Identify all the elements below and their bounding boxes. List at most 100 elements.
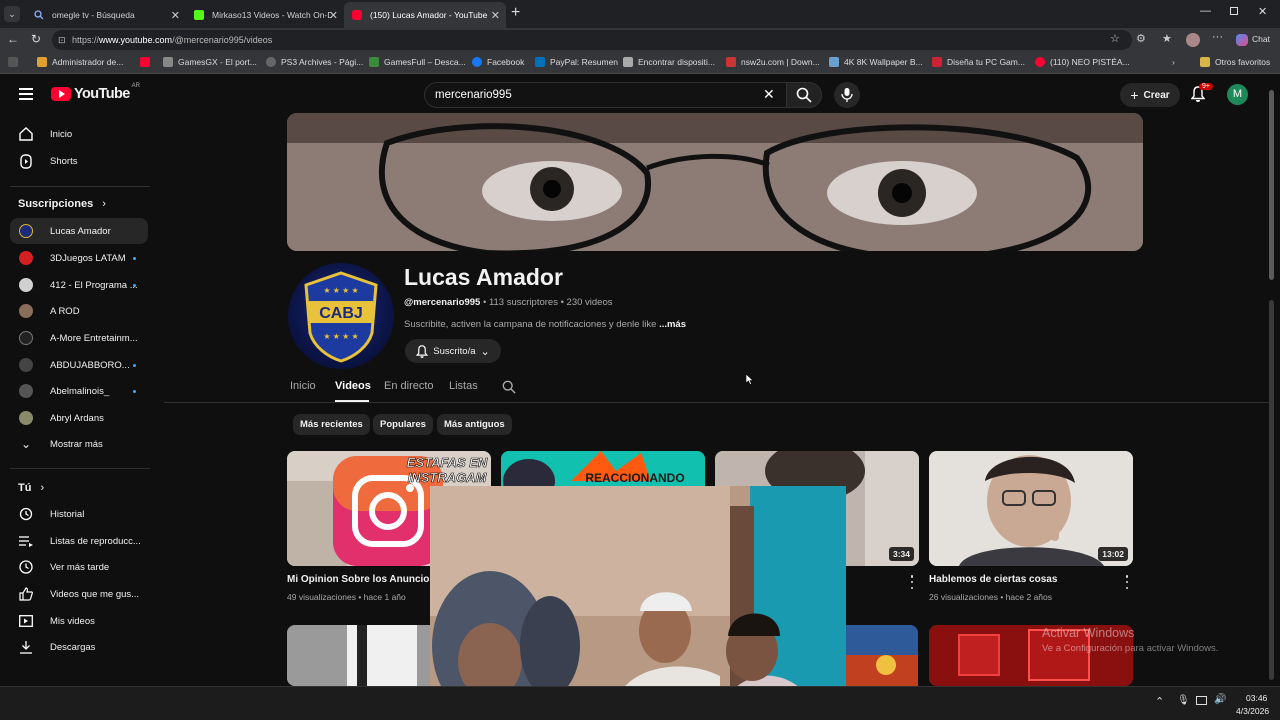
bookmark-item[interactable]: GamesGX - El port... [163, 57, 257, 67]
sidebar-item-liked-videos[interactable]: Videos que me gus... [10, 581, 148, 607]
page-scrollbar-lower[interactable] [1269, 300, 1274, 680]
video-more-options-icon[interactable] [1124, 575, 1130, 589]
browser-tab-active[interactable]: (150) Lucas Amador - YouTube ✕ [344, 2, 506, 28]
sidebar-item-subscription[interactable]: A-More Entretainm... [10, 325, 148, 351]
page-scrollbar[interactable] [1269, 90, 1274, 280]
subscriptions-heading[interactable]: Suscripciones › [18, 198, 106, 210]
video-more-options-icon[interactable] [909, 575, 915, 589]
bookmark-item[interactable]: PS3 Archives - Pági... [266, 57, 363, 67]
url-input[interactable]: ⊡ https://www.youtube.com/@mercenario995… [52, 30, 1132, 50]
tab-home[interactable]: Inicio [290, 380, 316, 392]
bookmark-item[interactable]: Diseña tu PC Gam... [932, 57, 1025, 67]
sidebar-item-shorts[interactable]: Shorts [10, 148, 148, 174]
video-title[interactable]: Hablemos de ciertas cosas [929, 574, 1057, 585]
chip-popular[interactable]: Populares [373, 414, 433, 435]
chevron-right-icon: › [40, 482, 45, 494]
channel-meta: @mercenario995 • 113 suscriptores • 230 … [404, 297, 613, 308]
favorites-icon[interactable]: ★ [1162, 32, 1172, 45]
browser-tab[interactable]: Mirkaso13 Videos - Watch On-De ✕ [186, 2, 344, 28]
clear-search-icon[interactable]: ✕ [763, 86, 775, 103]
sidebar-item-subscription[interactable]: 3DJuegos LATAM [10, 245, 148, 271]
sidebar-item-home[interactable]: Inicio [10, 121, 148, 147]
show-more-button[interactable]: ⌄ Mostrar más [10, 431, 148, 457]
tab-live[interactable]: En directo [384, 380, 434, 392]
bookmark-item[interactable]: PayPal: Resumen [535, 57, 618, 67]
channel-search-icon[interactable] [502, 380, 516, 394]
bookmark-item[interactable]: Administrador de... [37, 57, 123, 67]
chip-oldest[interactable]: Más antiguos [437, 414, 512, 435]
sidebar-item-subscription[interactable]: A ROD [10, 298, 148, 324]
channel-description[interactable]: Suscribite, activen la campana de notifi… [404, 319, 686, 330]
chevron-right-icon[interactable]: › [1172, 57, 1175, 67]
address-bar-row: ← ↻ ⊡ https://www.youtube.com/@mercenari… [0, 28, 1280, 52]
site-info-icon[interactable]: ⊡ [58, 30, 66, 50]
you-heading[interactable]: Tú › [18, 482, 44, 494]
bookmark-item[interactable]: (110) NEO PISTÉA... [1035, 57, 1130, 67]
reading-list-icon[interactable] [8, 57, 23, 67]
sidebar-item-subscription[interactable]: ABDUJABBORO... [10, 352, 148, 378]
volume-icon[interactable]: 🔊 [1214, 694, 1226, 705]
bookmark-item[interactable]: 4K 8K Wallpaper B... [829, 57, 923, 67]
create-button[interactable]: + Crear [1120, 83, 1180, 107]
webcam-overlay [430, 486, 846, 720]
restore-icon[interactable] [1230, 7, 1238, 15]
close-tab-icon[interactable]: ✕ [171, 9, 180, 22]
notifications-icon[interactable]: 9+ [1190, 83, 1213, 107]
sidebar-item-subscription[interactable]: Abryl Ardans [10, 405, 148, 431]
subscribed-button[interactable]: Suscrito/a ⌄ [405, 339, 501, 363]
bookmark-item[interactable]: GamesFull – Desca... [369, 57, 466, 67]
chevron-up-icon[interactable]: ⌃ [1155, 695, 1164, 708]
back-icon[interactable]: ← [7, 32, 19, 46]
microphone-tray-icon[interactable]: 🎙 [1177, 695, 1190, 706]
extensions-icon[interactable]: ⚙ [1136, 32, 1146, 45]
close-window-icon[interactable]: ✕ [1258, 5, 1267, 18]
sidebar-item-history[interactable]: Historial [10, 501, 148, 527]
sidebar-item-subscription[interactable]: 412 - El Programa ... [10, 272, 148, 298]
sidebar-item-subscription[interactable]: Abelmalinois_ [10, 378, 148, 404]
menu-icon[interactable] [19, 88, 33, 100]
tab-videos[interactable]: Videos [335, 380, 371, 392]
copilot-icon[interactable] [1236, 34, 1248, 46]
tab-list-dropdown[interactable]: ⌄ [4, 6, 20, 22]
sidebar-item-downloads[interactable]: Descargas [10, 634, 148, 660]
bookmark-item[interactable]: Encontrar dispositi... [623, 57, 715, 67]
tab-playlists[interactable]: Listas [449, 380, 478, 392]
other-favorites[interactable]: Otros favoritos [1200, 57, 1270, 67]
bookmark-item[interactable] [140, 57, 155, 67]
sidebar-item-my-videos[interactable]: Mis videos [10, 608, 148, 634]
sidebar-item-playlists[interactable]: Listas de reproducc... [10, 528, 148, 554]
more-options-icon[interactable]: ··· [1212, 31, 1223, 43]
search-input[interactable]: mercenario995 [424, 82, 788, 108]
favorite-star-icon[interactable]: ☆ [1110, 32, 1120, 45]
bookmark-item[interactable]: Facebook [472, 57, 524, 67]
channel-avatar[interactable]: CABJ ★ ★ ★ ★ ★ ★ ★ ★ [288, 263, 394, 369]
video-title[interactable]: Mi Opinion Sobre los Anuncios de [287, 574, 449, 585]
bookmark-item[interactable]: nsw2u.com | Down... [726, 57, 820, 67]
close-tab-icon[interactable]: ✕ [491, 9, 500, 22]
close-tab-icon[interactable]: ✕ [329, 9, 338, 22]
channel-avatar [18, 250, 34, 266]
browser-tab[interactable]: omegle tv - Búsqueda ✕ [26, 2, 186, 28]
refresh-icon[interactable]: ↻ [31, 32, 41, 46]
video-thumbnail[interactable] [846, 625, 918, 686]
youtube-logo[interactable]: YouTube AR [51, 83, 140, 102]
channel-avatar [18, 330, 34, 346]
minimize-icon[interactable]: — [1200, 5, 1211, 17]
clock-time[interactable]: 03:46 [1246, 693, 1267, 703]
voice-search-button[interactable] [834, 82, 860, 108]
webcam-image [430, 486, 846, 720]
chip-most-recent[interactable]: Más recientes [293, 414, 370, 435]
clock-date[interactable]: 4/3/2026 [1236, 706, 1269, 716]
sidebar-item-watch-later[interactable]: Ver más tarde [10, 554, 148, 580]
account-avatar[interactable]: M [1227, 84, 1248, 105]
sidebar-item-subscription[interactable]: Lucas Amador [10, 218, 148, 244]
more-link[interactable]: ...más [659, 319, 686, 330]
video-thumbnail[interactable]: 13:02 [929, 451, 1133, 566]
profile-avatar[interactable] [1186, 33, 1200, 47]
search-button[interactable] [786, 82, 822, 108]
chat-label[interactable]: Chat [1252, 34, 1270, 44]
new-tab-button[interactable]: + [511, 4, 520, 22]
tab-label: Mirkaso13 Videos - Watch On-De [212, 10, 332, 20]
network-icon[interactable] [1196, 696, 1207, 705]
sidebar: Inicio Shorts Suscripciones › Lucas Amad… [0, 116, 160, 686]
